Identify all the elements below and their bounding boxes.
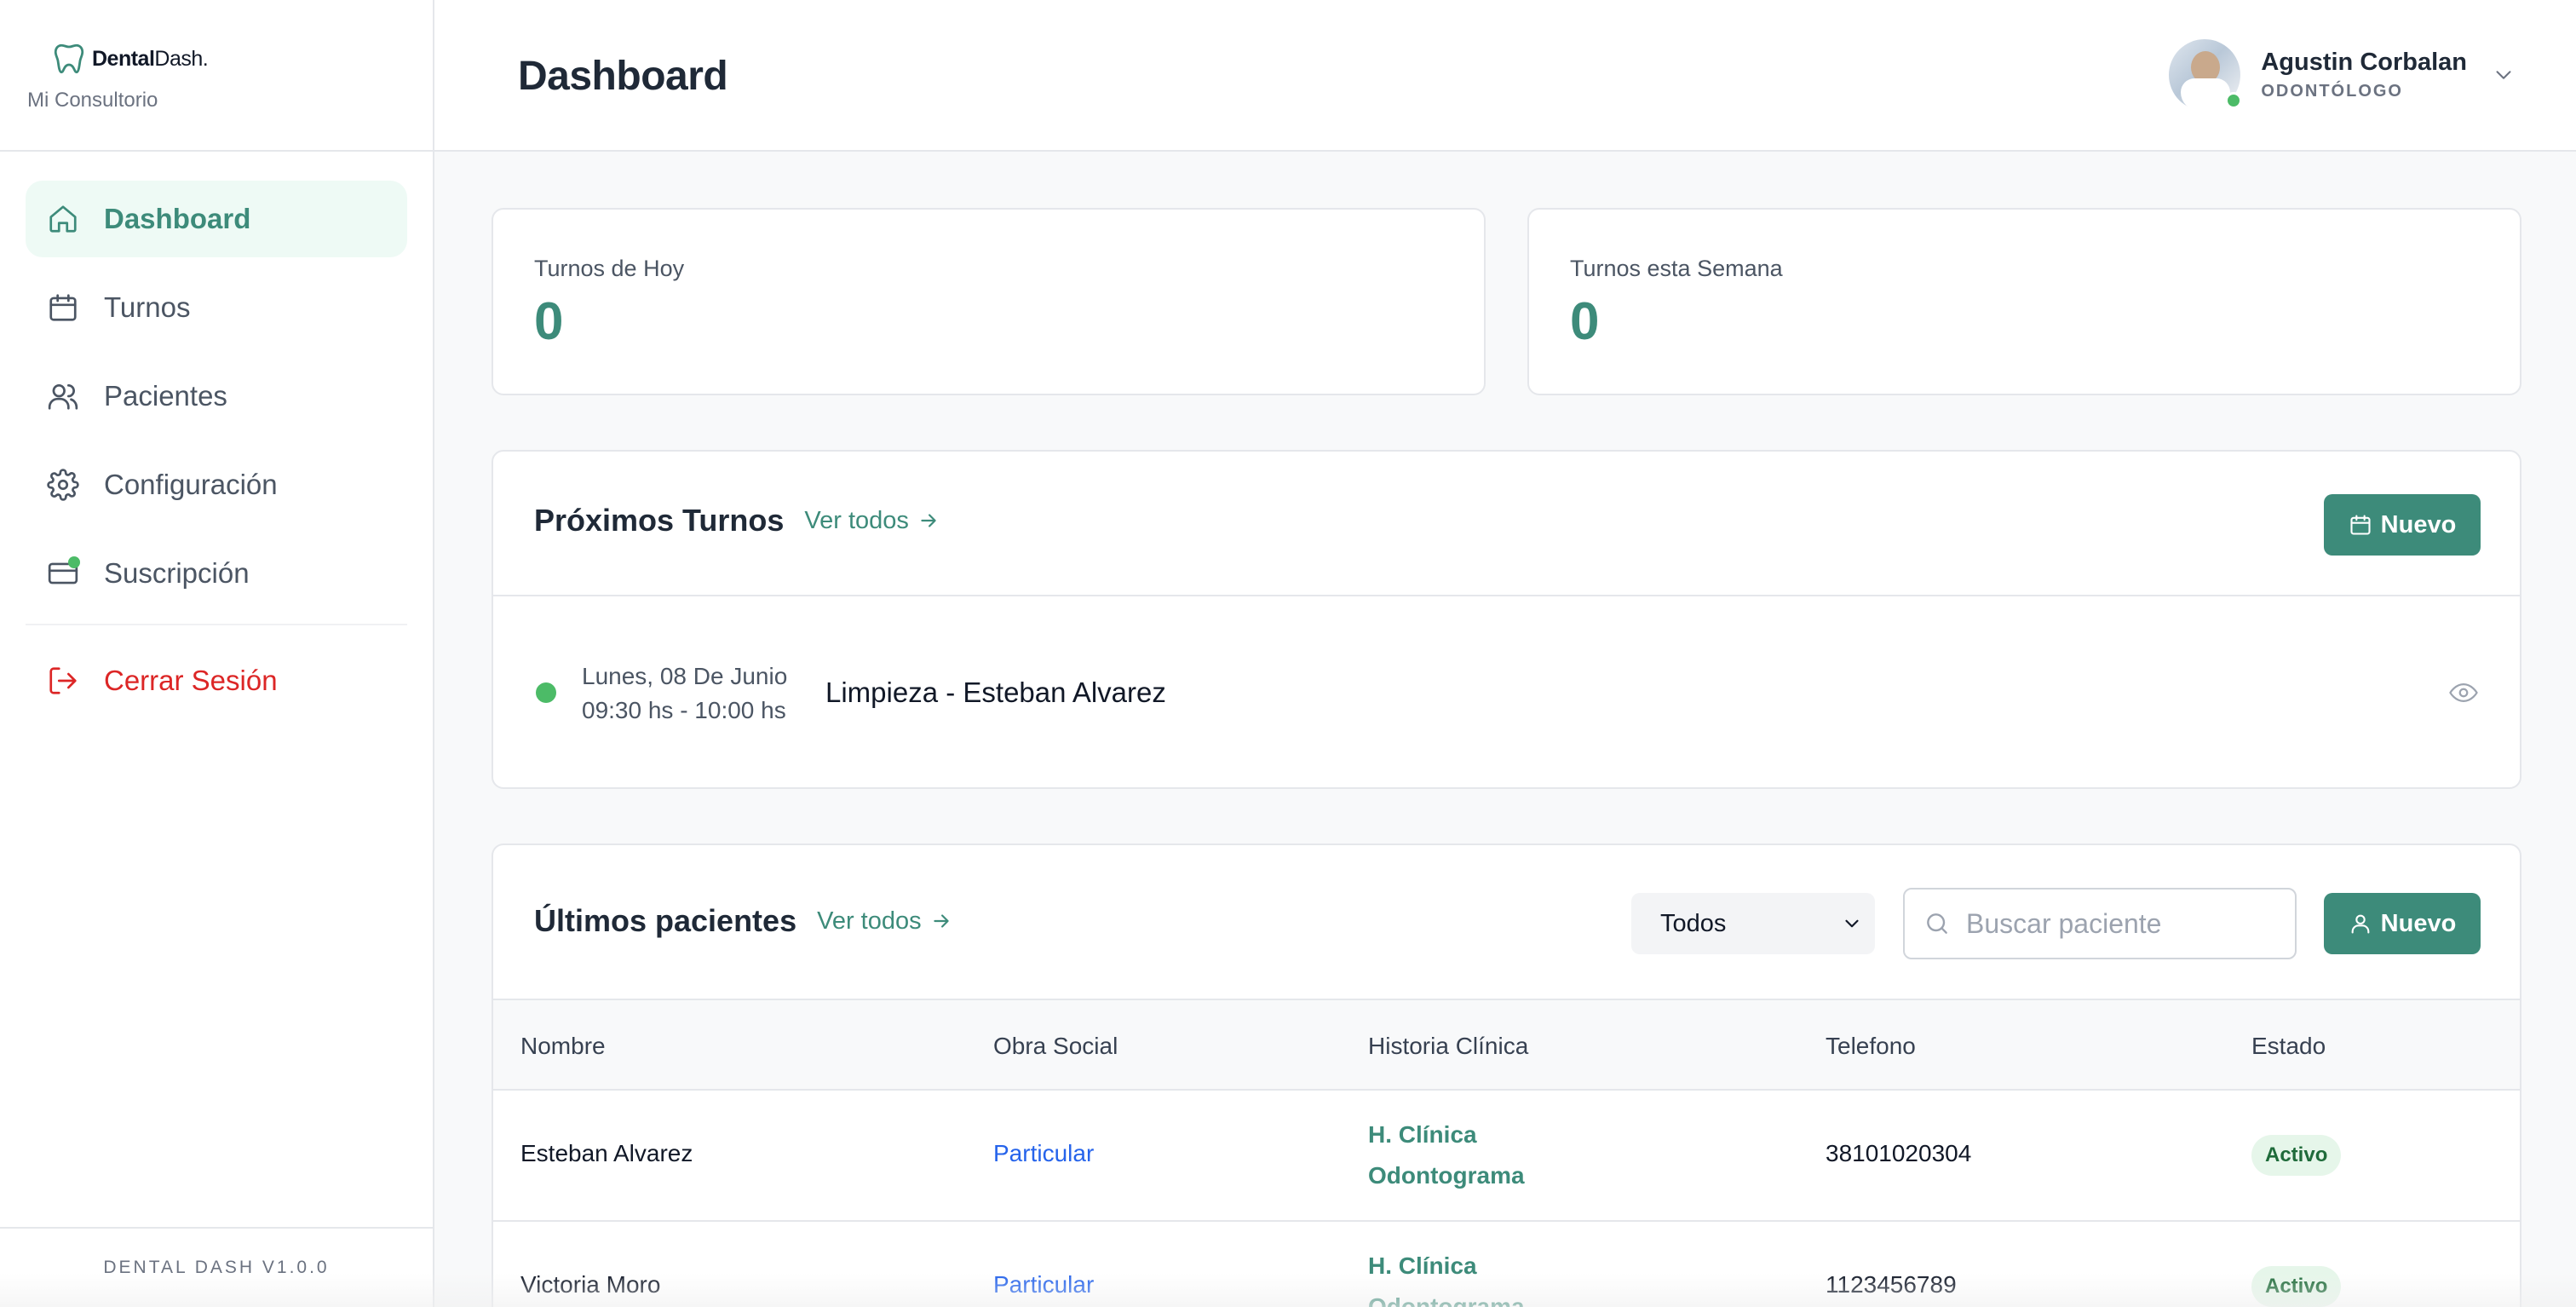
patient-search[interactable] bbox=[1903, 888, 2297, 959]
user-role: ODONTÓLOGO bbox=[2261, 82, 2403, 101]
sidebar-item-label: Configuración bbox=[104, 469, 278, 500]
top-header: Dashboard Agustin Corbalan ODONTÓLOGO bbox=[434, 0, 2576, 152]
select-value: Todos bbox=[1660, 909, 1727, 937]
table-row[interactable]: Victoria Moro Particular H. Clínica Odon… bbox=[493, 1222, 2520, 1307]
appointment-item[interactable]: Lunes, 08 De Junio 09:30 hs - 10:00 hs L… bbox=[493, 596, 2520, 789]
search-input[interactable] bbox=[1966, 907, 2273, 940]
odontogram-link[interactable]: Odontograma bbox=[1368, 1287, 1525, 1307]
appointment-time: 09:30 hs - 10:00 hs bbox=[582, 697, 786, 723]
sidebar: DentalDash. Mi Consultorio Dashboard Tur… bbox=[0, 0, 434, 1307]
button-label: Nuevo bbox=[2380, 510, 2457, 538]
section-header: Últimos pacientes Ver todos bbox=[534, 903, 952, 939]
brand: DentalDash. Mi Consultorio bbox=[0, 0, 433, 152]
page-title: Dashboard bbox=[518, 54, 728, 99]
sidebar-item-suscripcion[interactable]: Suscripción bbox=[26, 535, 407, 612]
avatar[interactable] bbox=[2169, 39, 2243, 111]
stat-value: 0 bbox=[534, 292, 564, 351]
chevron-down-icon bbox=[1845, 919, 1859, 928]
arrow-right-icon bbox=[933, 914, 949, 928]
latest-patients-card: Últimos pacientes Ver todos Todos Nuevo … bbox=[492, 844, 2521, 1307]
sidebar-nav: Dashboard Turnos Pacientes Configuración bbox=[0, 152, 433, 719]
column-header-history[interactable]: Historia Clínica bbox=[1368, 1033, 1528, 1060]
new-appointment-button[interactable]: Nuevo bbox=[2324, 494, 2481, 556]
app-version: DENTAL DASH V1.0.0 bbox=[0, 1227, 433, 1307]
insurance-link[interactable]: Particular bbox=[993, 1271, 1094, 1298]
notification-dot bbox=[68, 556, 80, 568]
column-header-name[interactable]: Nombre bbox=[520, 1033, 606, 1060]
insurance-link[interactable]: Particular bbox=[993, 1140, 1094, 1167]
status-filter-select[interactable]: Todos bbox=[1631, 893, 1875, 954]
clinical-history-link[interactable]: H. Clínica bbox=[1368, 1246, 1525, 1287]
new-patient-button[interactable]: Nuevo bbox=[2324, 893, 2481, 954]
see-all-appointments-link[interactable]: Ver todos bbox=[804, 507, 940, 535]
user-menu[interactable]: Agustin Corbalan ODONTÓLOGO bbox=[2169, 39, 2516, 111]
clinical-history-link[interactable]: H. Clínica bbox=[1368, 1114, 1525, 1155]
search-icon bbox=[1927, 913, 1947, 934]
calendar-icon bbox=[46, 291, 80, 325]
user-name: Agustin Corbalan bbox=[2261, 49, 2467, 76]
brand-subtitle: Mi Consultorio bbox=[27, 89, 158, 112]
patient-phone: 1123456789 bbox=[1826, 1271, 1957, 1298]
section-title: Últimos pacientes bbox=[534, 903, 797, 938]
column-header-status[interactable]: Estado bbox=[2251, 1033, 2326, 1060]
sidebar-item-pacientes[interactable]: Pacientes bbox=[26, 358, 407, 435]
eye-icon[interactable] bbox=[2449, 678, 2478, 707]
stat-label: Turnos esta Semana bbox=[1570, 256, 1783, 281]
link-label: Ver todos bbox=[804, 506, 909, 534]
patient-name: Victoria Moro bbox=[520, 1271, 661, 1298]
patients-table-header: Nombre Obra Social Historia Clínica Tele… bbox=[493, 999, 2520, 1091]
logout-button[interactable]: Cerrar Sesión bbox=[26, 642, 407, 719]
appointment-date: Lunes, 08 De Junio bbox=[582, 663, 788, 689]
appointment-description: Limpieza - Esteban Alvarez bbox=[825, 677, 1166, 708]
online-status-dot bbox=[2225, 92, 2243, 109]
status-badge: Activo bbox=[2251, 1135, 2342, 1176]
sidebar-item-label: Dashboard bbox=[104, 203, 251, 234]
sidebar-item-dashboard[interactable]: Dashboard bbox=[26, 181, 407, 257]
logout-icon bbox=[46, 664, 80, 698]
brand-name: DentalDash. bbox=[92, 46, 209, 71]
credit-card-icon bbox=[46, 556, 80, 590]
home-icon bbox=[46, 202, 80, 236]
sidebar-item-turnos[interactable]: Turnos bbox=[26, 269, 407, 346]
sidebar-item-label: Pacientes bbox=[104, 380, 227, 412]
see-all-patients-link[interactable]: Ver todos bbox=[817, 907, 952, 936]
status-dot bbox=[536, 682, 556, 703]
arrow-right-icon bbox=[921, 514, 936, 527]
history-links: H. Clínica Odontograma bbox=[1368, 1114, 1525, 1196]
button-label: Nuevo bbox=[2380, 909, 2457, 937]
user-icon bbox=[2351, 914, 2370, 934]
stat-card-week: Turnos esta Semana 0 bbox=[1527, 208, 2521, 395]
sidebar-item-label: Turnos bbox=[104, 291, 191, 323]
link-label: Ver todos bbox=[817, 907, 922, 935]
column-header-insurance[interactable]: Obra Social bbox=[993, 1033, 1118, 1060]
table-row[interactable]: Esteban Alvarez Particular H. Clínica Od… bbox=[493, 1091, 2520, 1222]
brand-logo[interactable]: DentalDash. bbox=[27, 41, 433, 77]
appointment-datetime: Lunes, 08 De Junio 09:30 hs - 10:00 hs bbox=[582, 659, 787, 728]
sidebar-item-label: Suscripción bbox=[104, 557, 250, 589]
nav-divider bbox=[26, 624, 407, 625]
users-icon bbox=[46, 379, 80, 413]
patient-name: Esteban Alvarez bbox=[520, 1140, 693, 1166]
gear-icon bbox=[46, 468, 80, 502]
status-badge: Activo bbox=[2251, 1266, 2342, 1307]
user-info: Agustin Corbalan ODONTÓLOGO bbox=[2261, 49, 2467, 101]
history-links: H. Clínica Odontograma bbox=[1368, 1246, 1525, 1307]
chevron-down-icon[interactable] bbox=[2491, 62, 2516, 88]
stat-value: 0 bbox=[1570, 292, 1600, 351]
stat-card-today: Turnos de Hoy 0 bbox=[492, 208, 1486, 395]
odontogram-link[interactable]: Odontograma bbox=[1368, 1155, 1525, 1196]
section-header: Próximos Turnos Ver todos bbox=[534, 503, 940, 538]
upcoming-appointments-card: Próximos Turnos Ver todos Nuevo Lunes, 0… bbox=[492, 450, 2521, 789]
sidebar-item-configuracion[interactable]: Configuración bbox=[26, 446, 407, 523]
column-header-phone[interactable]: Telefono bbox=[1826, 1033, 1916, 1060]
tooth-icon bbox=[54, 43, 84, 74]
patient-phone: 38101020304 bbox=[1826, 1140, 1972, 1166]
section-title: Próximos Turnos bbox=[534, 503, 785, 538]
calendar-icon bbox=[2350, 515, 2371, 535]
stat-label: Turnos de Hoy bbox=[534, 256, 685, 281]
logout-label: Cerrar Sesión bbox=[104, 665, 278, 696]
